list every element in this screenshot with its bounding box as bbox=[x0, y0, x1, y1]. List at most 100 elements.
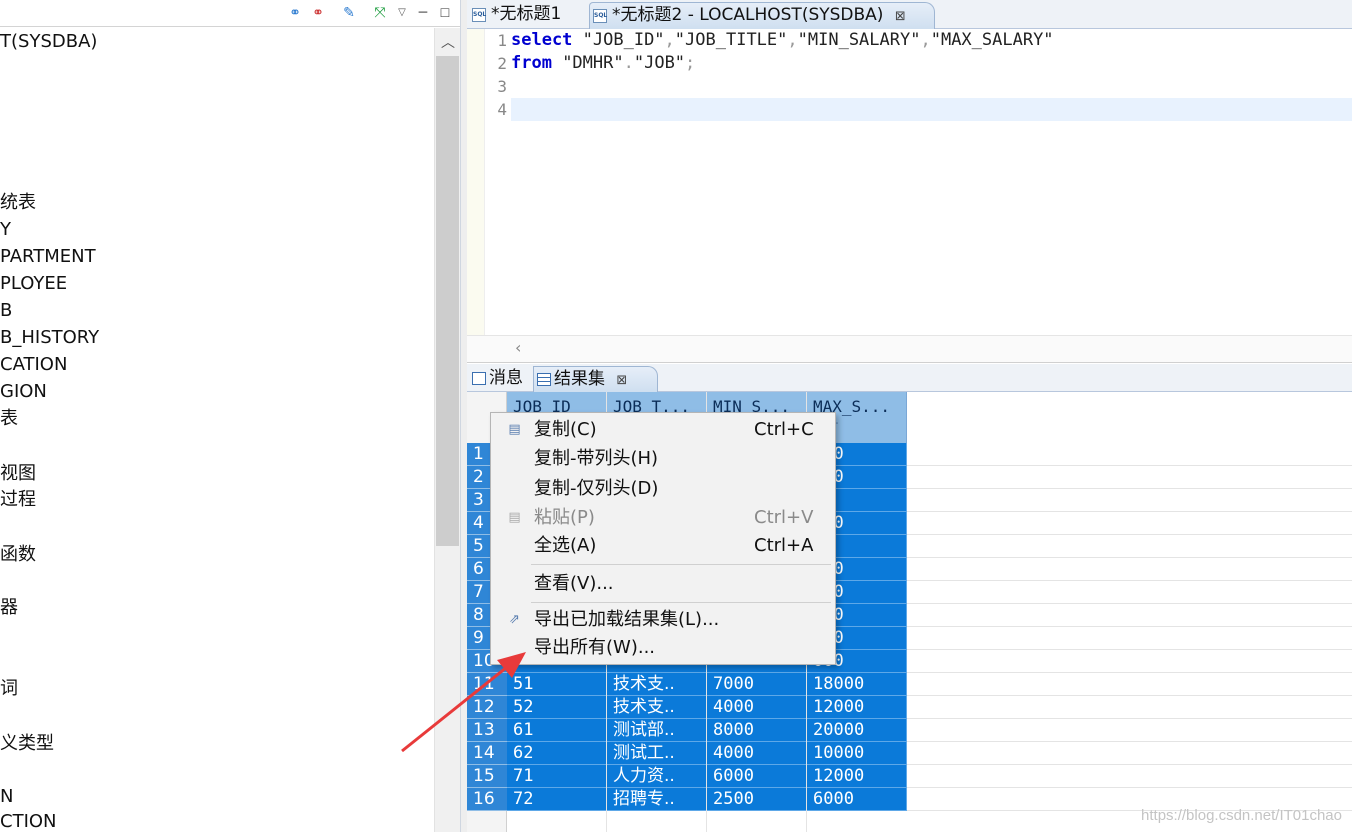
tab-untitled-2[interactable]: SQL *无标题2 - LOCALHOST(SYSDBA) ⊠ bbox=[589, 2, 935, 29]
sql-semicolon: ; bbox=[685, 53, 696, 73]
editor-horizontal-scrollbar[interactable]: ‹ bbox=[467, 335, 1352, 363]
row-number[interactable]: 15 bbox=[467, 765, 507, 788]
tree-node[interactable]: B bbox=[0, 299, 12, 323]
table-cell[interactable]: 技术支.. bbox=[607, 673, 707, 696]
menu-separator bbox=[531, 564, 831, 565]
table-cell[interactable]: 6000 bbox=[707, 765, 807, 788]
code-content[interactable]: select "JOB_ID","JOB_TITLE","MIN_SALARY"… bbox=[511, 29, 1352, 335]
menu-item-copy[interactable]: ▤ 复制(C) Ctrl+C bbox=[491, 415, 835, 444]
tab-label: 结果集 bbox=[554, 369, 605, 389]
tree-node[interactable]: Y bbox=[0, 218, 11, 242]
menu-label: 全选(A) bbox=[534, 535, 597, 556]
table-cell[interactable]: 测试工.. bbox=[607, 742, 707, 765]
table-cell[interactable]: 4000 bbox=[707, 742, 807, 765]
table-cell[interactable]: 52 bbox=[507, 696, 607, 719]
panel-divider[interactable] bbox=[460, 0, 467, 832]
tab-untitled-1[interactable]: SQL *无标题1 bbox=[469, 2, 561, 29]
tree-node[interactable]: 视图 bbox=[0, 462, 36, 486]
table-cell[interactable]: 4000 bbox=[707, 696, 807, 719]
menu-item-copy-header-only[interactable]: 复制-仅列头(D) bbox=[491, 474, 835, 503]
menu-item-select-all[interactable]: 全选(A) Ctrl+A bbox=[491, 531, 835, 560]
table-cell[interactable]: 测试部.. bbox=[607, 719, 707, 742]
row-number[interactable]: 14 bbox=[467, 742, 507, 765]
tree-node[interactable]: 过程 bbox=[0, 488, 36, 512]
table-cell[interactable]: 12000 bbox=[807, 696, 907, 719]
tree-node[interactable]: B_HISTORY bbox=[0, 326, 99, 350]
table-cell[interactable]: 招聘专.. bbox=[607, 788, 707, 811]
row-number[interactable]: 12 bbox=[467, 696, 507, 719]
table-cell[interactable]: 12000 bbox=[807, 765, 907, 788]
code-line-2[interactable]: from "DMHR"."JOB"; bbox=[511, 52, 1352, 75]
table-cell[interactable]: 7000 bbox=[707, 673, 807, 696]
minimize-icon[interactable]: ─ bbox=[414, 4, 432, 22]
sql-comma: , bbox=[920, 30, 931, 50]
tree-node[interactable]: 器 bbox=[0, 596, 18, 620]
grid-row-line bbox=[907, 488, 1352, 489]
table-cell[interactable]: 人力资.. bbox=[607, 765, 707, 788]
tree-node[interactable]: GION bbox=[0, 380, 47, 404]
sql-identifier: "JOB_TITLE" bbox=[674, 30, 788, 50]
menu-shortcut: Ctrl+V bbox=[754, 507, 814, 528]
menu-item-export-loaded[interactable]: ⇗ 导出已加载结果集(L)... bbox=[491, 605, 835, 634]
menu-item-paste[interactable]: ▤ 粘贴(P) Ctrl+V bbox=[491, 503, 835, 532]
menu-label: 导出已加载结果集(L)... bbox=[534, 609, 720, 630]
copy-icon: ▤ bbox=[508, 422, 521, 437]
tree-node[interactable]: 义类型 bbox=[0, 732, 54, 756]
menu-item-copy-with-header[interactable]: 复制-带列头(H) bbox=[491, 444, 835, 473]
grid-row-line bbox=[907, 672, 1352, 673]
close-tab-icon[interactable]: ⊠ bbox=[616, 373, 627, 388]
tree-node[interactable]: 表 bbox=[0, 407, 18, 431]
disconnect-icon[interactable]: ⚭ bbox=[309, 4, 327, 22]
table-cell[interactable]: 62 bbox=[507, 742, 607, 765]
table-cell[interactable]: 技术支.. bbox=[607, 696, 707, 719]
tree-node[interactable]: 统表 bbox=[0, 191, 36, 215]
table-cell[interactable]: 20000 bbox=[807, 719, 907, 742]
menu-item-export-all[interactable]: 导出所有(W)... bbox=[491, 633, 835, 662]
menu-shortcut: Ctrl+A bbox=[754, 535, 814, 556]
connect-icon[interactable]: ⚭ bbox=[286, 4, 304, 22]
tree-node[interactable]: N bbox=[0, 785, 13, 809]
table-cell[interactable]: 51 bbox=[507, 673, 607, 696]
scroll-up-icon[interactable]: ︿ bbox=[435, 32, 461, 54]
result-tab-bar: 消息 结果集 ⊠ bbox=[467, 364, 1352, 392]
grid-row-line bbox=[907, 695, 1352, 696]
tree-node[interactable]: PARTMENT bbox=[0, 245, 96, 269]
tree-scrollbar[interactable]: ︿ bbox=[434, 28, 460, 832]
table-cell[interactable]: 8000 bbox=[707, 719, 807, 742]
grid-row-line bbox=[907, 534, 1352, 535]
menu-item-view[interactable]: 查看(V)... bbox=[491, 569, 835, 598]
tree-node[interactable]: T(SYSDBA) bbox=[0, 30, 97, 54]
tab-resultset[interactable]: 结果集 ⊠ bbox=[533, 366, 659, 392]
context-menu: ▤ 复制(C) Ctrl+C 复制-带列头(H) 复制-仅列头(D) ▤ 粘贴(… bbox=[490, 412, 836, 665]
table-cell[interactable]: 61 bbox=[507, 719, 607, 742]
tree-node[interactable]: 词 bbox=[0, 677, 18, 701]
table-cell[interactable]: 71 bbox=[507, 765, 607, 788]
close-tab-icon[interactable]: ⊠ bbox=[895, 9, 906, 24]
view-menu-icon[interactable]: ▽ bbox=[393, 4, 411, 22]
sql-editor[interactable]: 1 2 3 4 select "JOB_ID","JOB_TITLE","MIN… bbox=[467, 29, 1352, 335]
maximize-icon[interactable]: ☐ bbox=[436, 4, 454, 22]
expand-icon[interactable]: ⤧ bbox=[371, 4, 389, 22]
scrollbar-thumb[interactable] bbox=[436, 56, 459, 546]
tab-messages[interactable]: 消息 bbox=[469, 366, 533, 392]
table-cell[interactable]: 18000 bbox=[807, 673, 907, 696]
tree-node[interactable]: PLOYEE bbox=[0, 272, 67, 296]
row-number[interactable]: 16 bbox=[467, 788, 507, 811]
tree-node[interactable]: CTION bbox=[0, 810, 57, 832]
export-icon: ⇗ bbox=[509, 612, 520, 627]
sql-dot: . bbox=[623, 53, 634, 73]
sql-identifier: "MAX_SALARY" bbox=[930, 30, 1054, 50]
row-number[interactable]: 13 bbox=[467, 719, 507, 742]
scroll-left-icon[interactable]: ‹ bbox=[515, 338, 521, 357]
table-cell[interactable]: 2500 bbox=[707, 788, 807, 811]
table-cell[interactable]: 72 bbox=[507, 788, 607, 811]
table-cell[interactable]: 6000 bbox=[807, 788, 907, 811]
code-line-1[interactable]: select "JOB_ID","JOB_TITLE","MIN_SALARY"… bbox=[511, 29, 1352, 52]
sql-identifier: "DMHR" bbox=[551, 53, 624, 73]
edit-icon[interactable]: ✎ bbox=[340, 4, 358, 22]
tree-node[interactable]: 函数 bbox=[0, 543, 36, 567]
menu-shortcut: Ctrl+C bbox=[754, 419, 814, 440]
table-cell[interactable]: 10000 bbox=[807, 742, 907, 765]
tree-node[interactable]: CATION bbox=[0, 353, 67, 377]
row-number[interactable]: 11 bbox=[467, 673, 507, 696]
